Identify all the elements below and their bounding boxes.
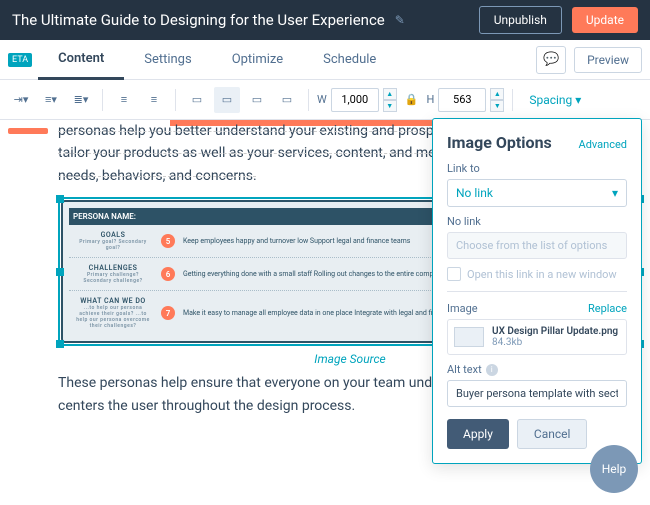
- tab-settings[interactable]: Settings: [124, 40, 211, 80]
- image-label: Image: [447, 302, 478, 315]
- width-control: W ▲▼: [317, 88, 397, 112]
- chevron-down-icon: ▾: [612, 186, 618, 200]
- advanced-link[interactable]: Advanced: [579, 138, 627, 151]
- image-options-panel: Image Options Advanced Link to No link▾ …: [432, 118, 642, 464]
- width-label: W: [317, 93, 327, 106]
- float-right-tool[interactable]: ▭: [244, 87, 270, 113]
- tab-optimize[interactable]: Optimize: [212, 40, 303, 80]
- file-size: 84.3kb: [492, 337, 618, 348]
- alt-text-input[interactable]: [447, 380, 627, 407]
- link-to-label: Link to: [447, 162, 627, 175]
- width-input[interactable]: [331, 88, 379, 112]
- width-up[interactable]: ▲: [383, 88, 397, 100]
- page-title: The Ultimate Guide to Designing for the …: [12, 11, 385, 29]
- tab-schedule[interactable]: Schedule: [303, 40, 396, 80]
- preview-button[interactable]: Preview: [574, 47, 642, 73]
- edit-title-icon[interactable]: ✎: [395, 13, 405, 27]
- float-center-tool[interactable]: ▭: [214, 87, 240, 113]
- height-up[interactable]: ▲: [490, 88, 504, 100]
- nolink-label: No link: [447, 215, 627, 228]
- alt-text-label: Alt text i: [447, 363, 627, 376]
- link-to-select[interactable]: No link▾: [447, 179, 627, 207]
- update-button[interactable]: Update: [572, 7, 638, 33]
- height-input[interactable]: [438, 88, 486, 112]
- cancel-button[interactable]: Cancel: [517, 419, 588, 449]
- comment-icon[interactable]: 💬: [536, 46, 566, 74]
- float-left-tool[interactable]: ▭: [184, 87, 210, 113]
- margin-marker: [8, 128, 48, 134]
- top-bar: The Ultimate Guide to Designing for the …: [0, 0, 650, 40]
- unpublish-button[interactable]: Unpublish: [479, 6, 562, 34]
- checkbox-icon: [447, 267, 461, 281]
- list-ol-tool[interactable]: ≡▾: [38, 87, 64, 113]
- tabs-bar: ETA Content Settings Optimize Schedule 💬…: [0, 40, 650, 80]
- height-control: H ▲▼: [426, 88, 504, 112]
- tab-content[interactable]: Content: [38, 40, 124, 80]
- left-margin: [0, 120, 50, 505]
- resize-handle[interactable]: [56, 195, 64, 203]
- height-label: H: [426, 93, 434, 106]
- resize-handle[interactable]: [56, 268, 64, 276]
- page-title-wrap: The Ultimate Guide to Designing for the …: [12, 11, 469, 29]
- nolink-input: Choose from the list of options: [447, 232, 627, 259]
- file-name: UX Design Pillar Update.png: [492, 326, 618, 337]
- height-down[interactable]: ▼: [490, 100, 504, 112]
- spacing-dropdown[interactable]: Spacing ▾: [529, 93, 581, 107]
- align-left-tool[interactable]: ≡: [111, 87, 137, 113]
- image-file-row[interactable]: UX Design Pillar Update.png 84.3kb: [447, 319, 627, 355]
- width-down[interactable]: ▼: [383, 100, 397, 112]
- align-center-tool[interactable]: ≡: [141, 87, 167, 113]
- resize-handle[interactable]: [56, 340, 64, 348]
- help-button[interactable]: Help: [590, 445, 638, 493]
- beta-badge: ETA: [8, 53, 32, 67]
- float-none-tool[interactable]: ▭: [274, 87, 300, 113]
- image-thumbnail: [454, 327, 484, 347]
- list-ul-tool[interactable]: ≣▾: [68, 87, 94, 113]
- replace-link[interactable]: Replace: [588, 302, 627, 315]
- panel-title: Image Options: [447, 133, 552, 152]
- format-toolbar: ⇥▾ ≡▾ ≣▾ ≡ ≡ ▭ ▭ ▭ ▭ W ▲▼ 🔒 H ▲▼ Spacing…: [0, 80, 650, 120]
- lock-icon[interactable]: 🔒: [405, 93, 419, 106]
- new-window-checkbox: Open this link in a new window: [447, 267, 627, 281]
- info-icon[interactable]: i: [486, 364, 498, 376]
- apply-button[interactable]: Apply: [447, 419, 509, 449]
- indent-tool[interactable]: ⇥▾: [8, 87, 34, 113]
